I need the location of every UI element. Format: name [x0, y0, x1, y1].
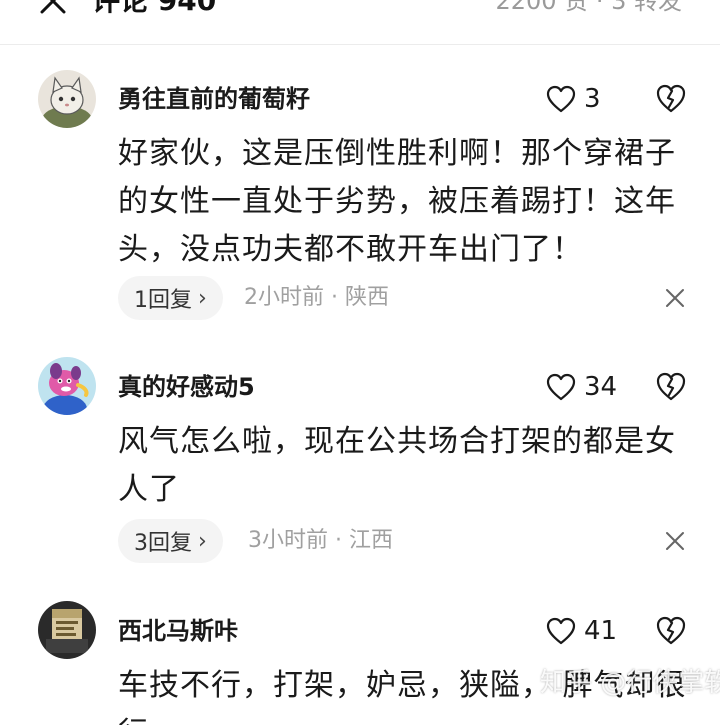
- heart-icon: [546, 373, 576, 401]
- comments-title: 评论 940: [92, 0, 217, 17]
- comment-location: 陕西: [345, 285, 390, 310]
- comment-username[interactable]: 西北马斯咔: [118, 616, 238, 646]
- meta-separator: ·: [331, 285, 345, 310]
- broken-heart-icon[interactable]: [655, 83, 687, 115]
- view-replies-button[interactable]: 3回复 ›: [118, 519, 223, 563]
- comments-header: 评论 940 2200 赞 · 3 转发: [0, 0, 720, 45]
- book-avatar[interactable]: [38, 601, 96, 659]
- post-stats: 2200 赞 · 3 转发: [495, 0, 683, 15]
- like-count: 3: [584, 84, 601, 114]
- cat-avatar[interactable]: [38, 70, 96, 128]
- chevron-right-icon: ›: [198, 528, 207, 554]
- like-button[interactable]: 41: [546, 614, 617, 648]
- cartoon-dog-avatar[interactable]: [38, 357, 96, 415]
- broken-heart-icon[interactable]: [655, 615, 687, 647]
- comment-text: 好家伙，这是压倒性胜利啊！那个穿裙子的女性一直处于劣势，被压着踢打！这年头，没点…: [118, 136, 676, 267]
- comment-text: 风气怎么啦，现在公共场合打架的都是女人了: [118, 424, 676, 507]
- heart-icon: [546, 85, 576, 113]
- comment-username[interactable]: 勇往直前的葡萄籽: [118, 84, 310, 114]
- reply-count: 3回复: [134, 531, 192, 556]
- chevron-right-icon: ›: [198, 285, 207, 311]
- comment-time: 3小时前: [248, 528, 328, 553]
- comment-username[interactable]: 真的好感动5: [118, 372, 255, 402]
- like-button[interactable]: 3: [546, 82, 601, 116]
- close-icon[interactable]: [664, 287, 686, 309]
- comments-page: 评论 940 2200 赞 · 3 转发 勇往直前的葡萄籽 3 好家伙，这是压倒…: [0, 0, 720, 725]
- comment-meta: 2小时前 · 陕西: [244, 283, 389, 313]
- reply-count: 1回复: [134, 288, 192, 313]
- comment-meta: 3小时前 · 江西: [248, 526, 393, 556]
- heart-icon: [546, 617, 576, 645]
- comment-location: 江西: [349, 528, 394, 553]
- meta-separator: ·: [335, 528, 349, 553]
- comment-time: 2小时前: [244, 285, 324, 310]
- close-icon[interactable]: [664, 530, 686, 552]
- view-replies-button[interactable]: 1回复 ›: [118, 276, 223, 320]
- like-button[interactable]: 34: [546, 370, 617, 404]
- broken-heart-icon[interactable]: [655, 371, 687, 403]
- close-icon[interactable]: [38, 0, 68, 16]
- like-count: 41: [584, 616, 618, 646]
- watermark-text: 知乎 @行侠掌轶: [540, 668, 720, 698]
- like-count: 34: [584, 372, 618, 402]
